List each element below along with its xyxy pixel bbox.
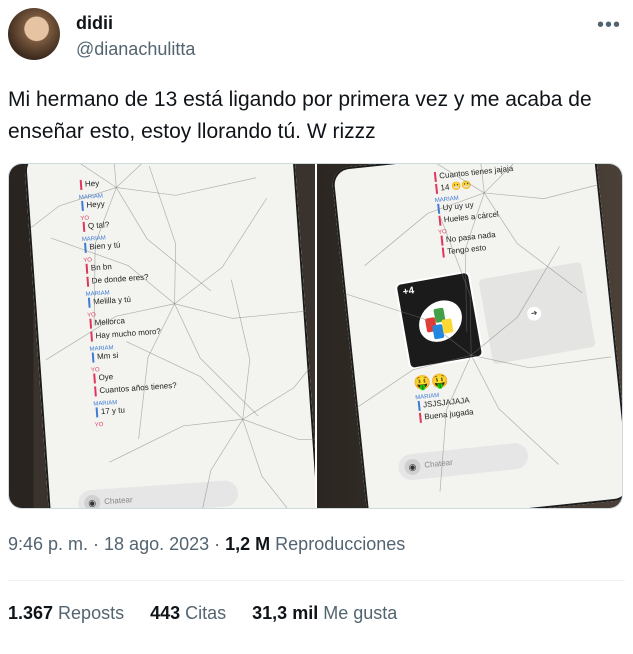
crack-line xyxy=(126,341,244,420)
crack-line xyxy=(230,279,251,420)
chat-input[interactable]: ◉ Chatear xyxy=(396,441,529,482)
views-count: 1,2 M xyxy=(225,534,271,554)
tweet-meta: 9:46 p. m. · 18 ago. 2023 · 1,2 M Reprod… xyxy=(8,533,405,555)
chat-message: Hey xyxy=(79,178,100,191)
chat-input-placeholder: Chatear xyxy=(103,495,133,507)
screen-cracks xyxy=(23,164,315,508)
tweet-stats: 1.367 Reposts 443 Citas 31,3 mil Me gust… xyxy=(8,602,397,624)
crack-line xyxy=(242,419,314,508)
chat-message: Q tal? xyxy=(82,220,110,232)
uno-yellow-block xyxy=(440,318,454,334)
photo-right[interactable]: +4 ➜ 🤑🤑 Cuantos tienes jajaja 14 😬😬 MARIAM… xyxy=(316,164,622,508)
camera-icon[interactable]: ◉ xyxy=(83,494,101,508)
display-name[interactable]: didii xyxy=(76,12,195,34)
crack-line xyxy=(138,303,175,440)
crack-line xyxy=(174,303,259,417)
camera-icon[interactable]: ◉ xyxy=(403,458,421,476)
chat-message: Cuantos tienes jajaja xyxy=(433,164,514,183)
crack-line xyxy=(116,177,257,196)
chat-message: Hay mucho moro? xyxy=(90,326,162,342)
tweet-media[interactable]: Hey MARIAM Heyy YO Q tal? MARIAM Bien y tú YO Bn… xyxy=(8,163,623,509)
timestamp[interactable]: 9:46 p. m. · 18 ago. 2023 · xyxy=(8,534,225,554)
chat-message: No pasa nada xyxy=(440,230,496,246)
crack-line xyxy=(116,164,198,188)
tweet-header: didii @dianachulitta ••• xyxy=(8,8,625,64)
handle[interactable]: @dianachulitta xyxy=(76,38,195,60)
divider xyxy=(8,580,625,581)
chat-message: Melilla y tú xyxy=(87,294,132,308)
chat-message: 17 y tu xyxy=(95,405,126,418)
avatar[interactable] xyxy=(8,8,60,60)
reposts-count: 1.367 xyxy=(8,603,54,623)
chat-message: Cuantos años tienes? xyxy=(94,380,178,397)
crack-line xyxy=(242,323,315,420)
phone-screen-right: +4 ➜ 🤑🤑 Cuantos tienes jajaja 14 😬😬 MARIAM… xyxy=(330,164,622,508)
chat-message: Bn bn xyxy=(85,262,113,274)
uno-card: +4 xyxy=(393,270,484,371)
likes-stat[interactable]: 31,3 mil Me gusta xyxy=(252,602,397,624)
crack-line xyxy=(483,177,622,200)
chat-message: Bien y tú xyxy=(84,240,121,253)
reposts-stat[interactable]: 1.367 Reposts xyxy=(8,602,124,624)
chat-message: 14 😬😬 xyxy=(434,180,472,194)
crack-line xyxy=(174,198,267,305)
reposts-label: Reposts xyxy=(53,603,125,623)
crack-line xyxy=(109,418,243,463)
emoji-pair: 🤑🤑 xyxy=(412,371,449,392)
chat-message: Heyy xyxy=(81,199,106,211)
chat-sender-label: YO xyxy=(94,421,104,429)
chat-message: Oye xyxy=(93,372,114,384)
quotes-label: Citas xyxy=(180,603,227,623)
likes-count: 31,3 mil xyxy=(252,603,319,623)
chat-message: Mm si xyxy=(91,350,119,363)
arrow-right-icon: ➜ xyxy=(525,305,542,322)
uno-card-label: +4 xyxy=(401,285,415,299)
crack-line xyxy=(242,418,315,441)
views-label: Reproducciones xyxy=(270,534,406,554)
more-horizontal-icon[interactable]: ••• xyxy=(597,14,621,37)
chat-message: Mellorca xyxy=(89,316,126,329)
likes-label: Me gusta xyxy=(318,603,398,623)
game-panel: ➜ xyxy=(477,261,596,365)
quotes-stat[interactable]: 443 Citas xyxy=(150,602,226,624)
photo-left[interactable]: Hey MARIAM Heyy YO Q tal? MARIAM Bien y tú YO Bn… xyxy=(9,164,315,508)
tweet-text: Mi hermano de 13 está ligando por primer… xyxy=(8,88,592,143)
quotes-count: 443 xyxy=(150,603,181,623)
crack-line xyxy=(148,165,176,304)
chat-input[interactable]: ◉ Chatear xyxy=(77,479,239,508)
crack-line xyxy=(174,303,315,319)
chat-input-placeholder: Chatear xyxy=(423,457,453,470)
user-info: didii @dianachulitta xyxy=(76,12,195,60)
chat-message: Tengo esto xyxy=(441,243,487,258)
phone-screen-left: Hey MARIAM Heyy YO Q tal? MARIAM Bien y tú YO Bn… xyxy=(23,164,315,508)
chat-message: De donde eres? xyxy=(86,272,149,287)
